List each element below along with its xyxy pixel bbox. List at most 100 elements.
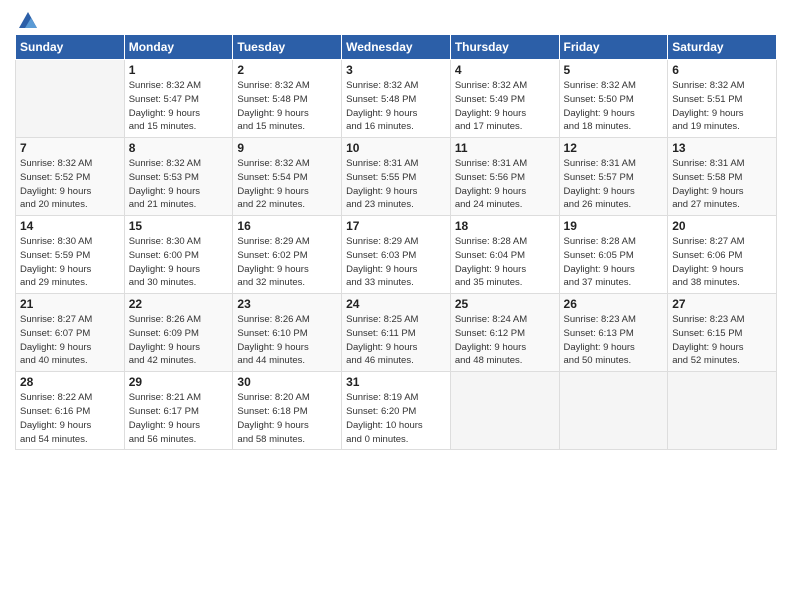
calendar-cell: 24 Sunrise: 8:25 AM Sunset: 6:11 PM Dayli…: [342, 294, 451, 372]
day-info: Sunrise: 8:32 AM Sunset: 5:51 PM Dayligh…: [672, 79, 772, 134]
calendar-cell: 2 Sunrise: 8:32 AM Sunset: 5:48 PM Daylig…: [233, 60, 342, 138]
calendar-cell: 13 Sunrise: 8:31 AM Sunset: 5:58 PM Dayli…: [668, 138, 777, 216]
calendar-row: 21 Sunrise: 8:27 AM Sunset: 6:07 PM Dayli…: [16, 294, 777, 372]
day-info: Sunrise: 8:32 AM Sunset: 5:54 PM Dayligh…: [237, 157, 337, 212]
calendar-cell: 22 Sunrise: 8:26 AM Sunset: 6:09 PM Dayli…: [124, 294, 233, 372]
calendar-cell: 27 Sunrise: 8:23 AM Sunset: 6:15 PM Dayli…: [668, 294, 777, 372]
day-number: 13: [672, 141, 772, 155]
calendar-cell: 23Sunrise: 8:26 AM Sunset: 6:10 PM Dayli…: [233, 294, 342, 372]
day-info: Sunrise: 8:22 AM Sunset: 6:16 PM Dayligh…: [20, 391, 120, 446]
calendar-cell: 14 Sunrise: 8:30 AM Sunset: 5:59 PM Dayli…: [16, 216, 125, 294]
day-number: 7: [20, 141, 120, 155]
calendar-cell: 16 Sunrise: 8:29 AM Sunset: 6:02 PM Dayli…: [233, 216, 342, 294]
calendar-cell: 3 Sunrise: 8:32 AM Sunset: 5:48 PM Daylig…: [342, 60, 451, 138]
calendar-cell: 17 Sunrise: 8:29 AM Sunset: 6:03 PM Dayli…: [342, 216, 451, 294]
calendar-cell: 7Sunrise: 8:32 AM Sunset: 5:52 PM Daylig…: [16, 138, 125, 216]
day-info: Sunrise: 8:25 AM Sunset: 6:11 PM Dayligh…: [346, 313, 446, 368]
calendar-cell: 10Sunrise: 8:31 AM Sunset: 5:55 PM Dayli…: [342, 138, 451, 216]
day-info: Sunrise: 8:32 AM Sunset: 5:47 PM Dayligh…: [129, 79, 229, 134]
day-number: 25: [455, 297, 555, 311]
day-info: Sunrise: 8:32 AM Sunset: 5:48 PM Dayligh…: [237, 79, 337, 134]
calendar-cell: 11 Sunrise: 8:31 AM Sunset: 5:56 PM Dayli…: [450, 138, 559, 216]
calendar-row: 14 Sunrise: 8:30 AM Sunset: 5:59 PM Dayli…: [16, 216, 777, 294]
header-day: Wednesday: [342, 35, 451, 60]
day-info: Sunrise: 8:26 AM Sunset: 6:09 PM Dayligh…: [129, 313, 229, 368]
day-info: Sunrise: 8:27 AM Sunset: 6:07 PM Dayligh…: [20, 313, 120, 368]
calendar-cell: 18 Sunrise: 8:28 AM Sunset: 6:04 PM Dayli…: [450, 216, 559, 294]
page-container: SundayMondayTuesdayWednesdayThursdayFrid…: [0, 0, 792, 460]
day-info: Sunrise: 8:31 AM Sunset: 5:57 PM Dayligh…: [564, 157, 664, 212]
calendar-row: 1 Sunrise: 8:32 AM Sunset: 5:47 PM Daylig…: [16, 60, 777, 138]
calendar-cell: 29 Sunrise: 8:21 AM Sunset: 6:17 PM Dayli…: [124, 372, 233, 450]
day-info: Sunrise: 8:20 AM Sunset: 6:18 PM Dayligh…: [237, 391, 337, 446]
header-day: Friday: [559, 35, 668, 60]
day-info: Sunrise: 8:31 AM Sunset: 5:58 PM Dayligh…: [672, 157, 772, 212]
day-info: Sunrise: 8:31 AM Sunset: 5:56 PM Dayligh…: [455, 157, 555, 212]
day-number: 27: [672, 297, 772, 311]
calendar-cell: [559, 372, 668, 450]
day-number: 16: [237, 219, 337, 233]
header-day: Monday: [124, 35, 233, 60]
calendar-cell: 21 Sunrise: 8:27 AM Sunset: 6:07 PM Dayli…: [16, 294, 125, 372]
day-number: 4: [455, 63, 555, 77]
header-day: Tuesday: [233, 35, 342, 60]
day-number: 22: [129, 297, 229, 311]
day-number: 11: [455, 141, 555, 155]
day-info: Sunrise: 8:29 AM Sunset: 6:02 PM Dayligh…: [237, 235, 337, 290]
calendar-cell: 30 Sunrise: 8:20 AM Sunset: 6:18 PM Dayli…: [233, 372, 342, 450]
day-number: 28: [20, 375, 120, 389]
calendar-cell: [450, 372, 559, 450]
header: [15, 10, 777, 26]
day-number: 19: [564, 219, 664, 233]
day-info: Sunrise: 8:30 AM Sunset: 5:59 PM Dayligh…: [20, 235, 120, 290]
day-number: 2: [237, 63, 337, 77]
calendar-cell: 8Sunrise: 8:32 AM Sunset: 5:53 PM Daylig…: [124, 138, 233, 216]
day-info: Sunrise: 8:32 AM Sunset: 5:49 PM Dayligh…: [455, 79, 555, 134]
day-info: Sunrise: 8:23 AM Sunset: 6:15 PM Dayligh…: [672, 313, 772, 368]
day-number: 24: [346, 297, 446, 311]
day-number: 5: [564, 63, 664, 77]
calendar-cell: 26Sunrise: 8:23 AM Sunset: 6:13 PM Dayli…: [559, 294, 668, 372]
day-info: Sunrise: 8:27 AM Sunset: 6:06 PM Dayligh…: [672, 235, 772, 290]
calendar-cell: 1 Sunrise: 8:32 AM Sunset: 5:47 PM Daylig…: [124, 60, 233, 138]
calendar-row: 7Sunrise: 8:32 AM Sunset: 5:52 PM Daylig…: [16, 138, 777, 216]
calendar-cell: 28 Sunrise: 8:22 AM Sunset: 6:16 PM Dayli…: [16, 372, 125, 450]
day-info: Sunrise: 8:24 AM Sunset: 6:12 PM Dayligh…: [455, 313, 555, 368]
day-number: 14: [20, 219, 120, 233]
calendar-row: 28 Sunrise: 8:22 AM Sunset: 6:16 PM Dayli…: [16, 372, 777, 450]
day-number: 21: [20, 297, 120, 311]
calendar-cell: 31 Sunrise: 8:19 AM Sunset: 6:20 PM Dayli…: [342, 372, 451, 450]
day-number: 1: [129, 63, 229, 77]
day-number: 15: [129, 219, 229, 233]
calendar-table: SundayMondayTuesdayWednesdayThursdayFrid…: [15, 34, 777, 450]
calendar-cell: 25 Sunrise: 8:24 AM Sunset: 6:12 PM Dayli…: [450, 294, 559, 372]
logo: [15, 10, 39, 26]
calendar-cell: 6Sunrise: 8:32 AM Sunset: 5:51 PM Daylig…: [668, 60, 777, 138]
day-info: Sunrise: 8:32 AM Sunset: 5:48 PM Dayligh…: [346, 79, 446, 134]
day-info: Sunrise: 8:31 AM Sunset: 5:55 PM Dayligh…: [346, 157, 446, 212]
day-number: 18: [455, 219, 555, 233]
calendar-cell: 9 Sunrise: 8:32 AM Sunset: 5:54 PM Daylig…: [233, 138, 342, 216]
day-number: 3: [346, 63, 446, 77]
day-number: 23: [237, 297, 337, 311]
day-number: 9: [237, 141, 337, 155]
logo-icon: [17, 10, 39, 32]
day-info: Sunrise: 8:30 AM Sunset: 6:00 PM Dayligh…: [129, 235, 229, 290]
day-info: Sunrise: 8:19 AM Sunset: 6:20 PM Dayligh…: [346, 391, 446, 446]
day-number: 12: [564, 141, 664, 155]
calendar-cell: 4 Sunrise: 8:32 AM Sunset: 5:49 PM Daylig…: [450, 60, 559, 138]
header-row: SundayMondayTuesdayWednesdayThursdayFrid…: [16, 35, 777, 60]
day-number: 30: [237, 375, 337, 389]
day-info: Sunrise: 8:29 AM Sunset: 6:03 PM Dayligh…: [346, 235, 446, 290]
calendar-cell: [16, 60, 125, 138]
day-info: Sunrise: 8:32 AM Sunset: 5:53 PM Dayligh…: [129, 157, 229, 212]
day-info: Sunrise: 8:28 AM Sunset: 6:04 PM Dayligh…: [455, 235, 555, 290]
day-info: Sunrise: 8:32 AM Sunset: 5:50 PM Dayligh…: [564, 79, 664, 134]
day-number: 31: [346, 375, 446, 389]
day-number: 29: [129, 375, 229, 389]
day-info: Sunrise: 8:21 AM Sunset: 6:17 PM Dayligh…: [129, 391, 229, 446]
calendar-cell: 19Sunrise: 8:28 AM Sunset: 6:05 PM Dayli…: [559, 216, 668, 294]
header-day: Thursday: [450, 35, 559, 60]
day-number: 17: [346, 219, 446, 233]
header-day: Sunday: [16, 35, 125, 60]
